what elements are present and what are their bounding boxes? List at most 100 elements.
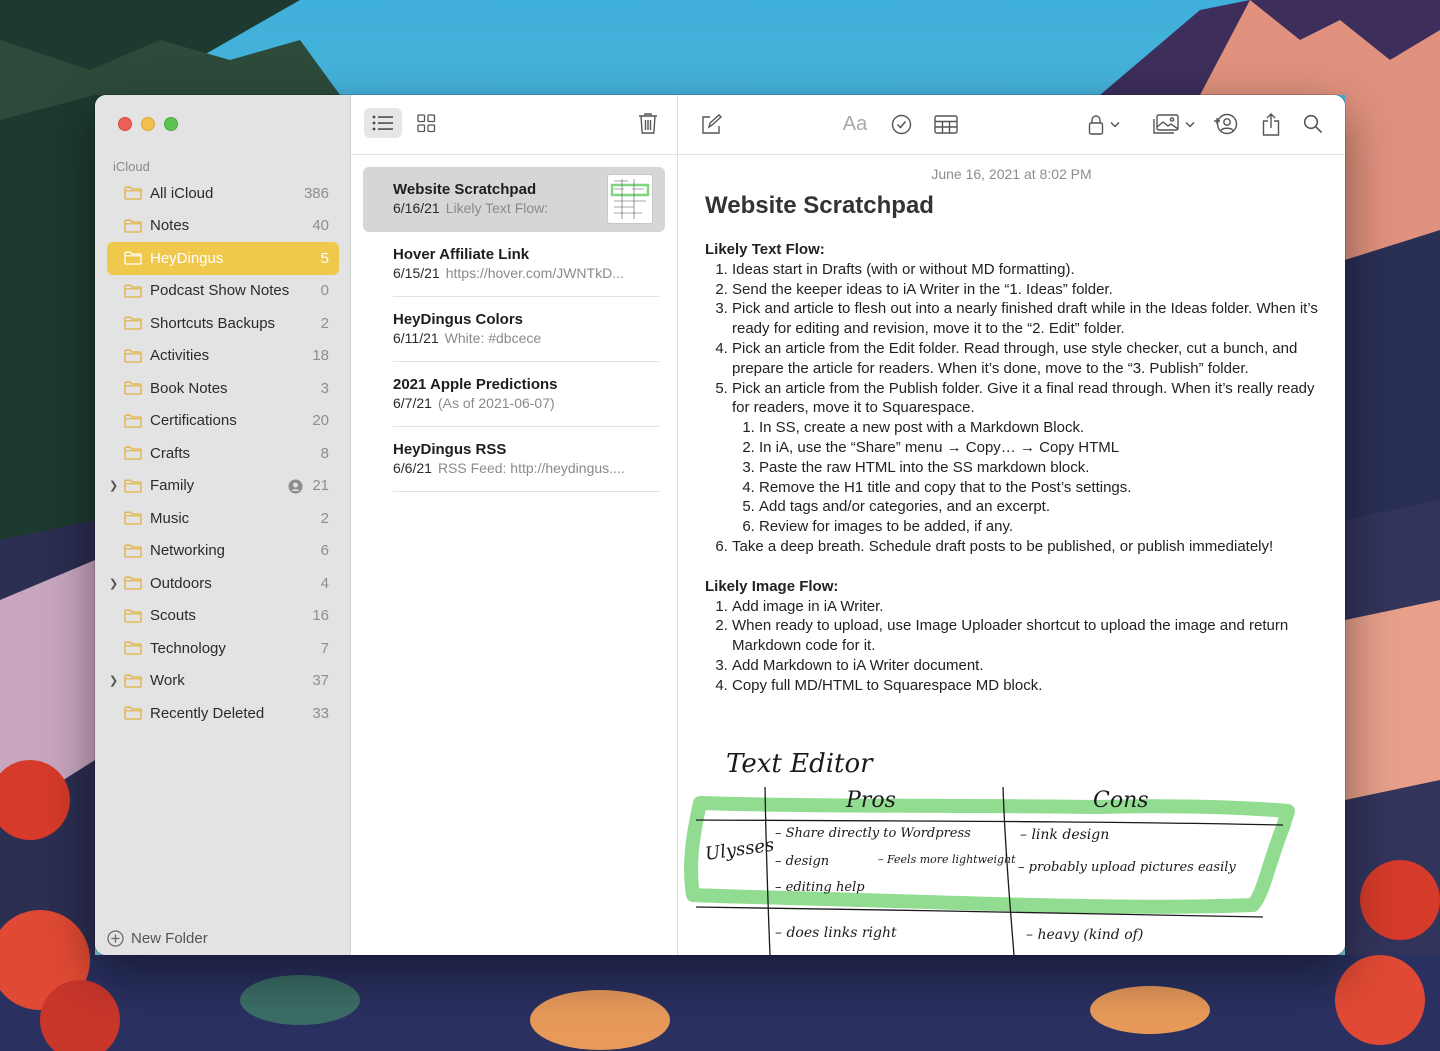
folder-name: Notes: [150, 217, 190, 235]
note-items: Website Scratchpad 6/16/21 Likely Text Flo…: [363, 167, 665, 492]
sidebar-folder[interactable]: Shortcuts Backups 2: [107, 307, 339, 340]
note-list-item[interactable]: 2021 Apple Predictions 6/7/21 (As of 2021-…: [363, 362, 665, 427]
zoom-window-button[interactable]: [164, 117, 178, 131]
sketch-col-pros: Pros: [845, 788, 896, 813]
close-window-button[interactable]: [118, 117, 132, 131]
folder-name: HeyDingus: [150, 249, 224, 267]
handwritten-sketch[interactable]: Text Editor Pros Cons Ulysses – Share di…: [678, 735, 1345, 955]
folder-icon: [124, 641, 142, 655]
gallery-view-button[interactable]: [411, 108, 441, 138]
disclosure-chevron-icon[interactable]: ❯: [109, 479, 119, 492]
folder-icon: [124, 316, 142, 330]
text-flow-sublist: In SS, create a new post with a Markdown…: [732, 418, 1330, 537]
list-item: Take a deep breath. Schedule draft posts…: [732, 537, 1330, 557]
sidebar-folder[interactable]: ❯ Family 21: [107, 470, 339, 503]
folder-icon: [124, 511, 142, 525]
table-button[interactable]: [932, 110, 960, 138]
collaborate-button[interactable]: [1210, 110, 1240, 138]
compose-icon: [701, 113, 722, 134]
folder-name: Outdoors: [150, 574, 212, 592]
sidebar-folder[interactable]: Notes 40: [107, 210, 339, 243]
format-button[interactable]: Aa: [840, 110, 870, 138]
media-menu-button[interactable]: [1150, 110, 1198, 138]
sublist-item: Add tags and/or categories, and an excer…: [759, 497, 1330, 517]
folder-name: Family: [150, 477, 195, 495]
sidebar-folder[interactable]: Recently Deleted 33: [107, 697, 339, 730]
disclosure-chevron-icon[interactable]: ❯: [109, 674, 119, 687]
lock-menu-button[interactable]: [1084, 110, 1124, 138]
sidebar-folder[interactable]: Book Notes 3: [107, 372, 339, 405]
checklist-button[interactable]: [888, 110, 914, 138]
note-item-title: HeyDingus Colors: [393, 311, 524, 328]
folder-count: 33: [312, 704, 329, 722]
folder-name: Book Notes: [150, 379, 228, 397]
folder-count: 5: [320, 249, 329, 267]
lock-icon: [1088, 114, 1104, 135]
new-folder-label: New Folder: [131, 930, 208, 947]
list-icon: [372, 115, 393, 131]
sidebar-folder[interactable]: Podcast Show Notes 0: [107, 275, 339, 308]
folder-count: 18: [312, 347, 329, 365]
sidebar-folder[interactable]: All iCloud 386: [107, 177, 339, 210]
sidebar-folder[interactable]: ❯ Work 37: [107, 665, 339, 698]
disclosure-chevron-icon[interactable]: ❯: [109, 577, 119, 590]
search-button[interactable]: [1300, 110, 1326, 138]
sidebar-folder[interactable]: Networking 6: [107, 535, 339, 568]
image-flow-heading: Likely Image Flow:: [705, 577, 839, 595]
folder-name: Shortcuts Backups: [150, 314, 276, 332]
sidebar-folder[interactable]: Certifications 20: [107, 405, 339, 438]
sketch-cons-item: – link design: [1020, 827, 1109, 843]
sidebar-folder[interactable]: Activities 18: [107, 340, 339, 373]
sketch-pros-item: – does links right: [775, 925, 897, 941]
folder-name: Crafts: [150, 444, 191, 462]
note-list-item[interactable]: HeyDingus RSS 6/6/21 RSS Feed: http://heyd…: [363, 427, 665, 492]
sketch-pros-item: – editing help: [775, 880, 865, 895]
note-item-title: Hover Affiliate Link: [393, 246, 530, 263]
note-date: June 16, 2021 at 8:02 PM: [931, 166, 1092, 182]
note-item-title: 2021 Apple Predictions: [393, 376, 558, 393]
note-item-date: 6/16/21: [393, 200, 440, 216]
folder-count: 6: [320, 542, 329, 560]
delete-note-button[interactable]: [636, 108, 660, 138]
note-body[interactable]: Likely Text Flow: Ideas start in Drafts …: [705, 240, 1330, 696]
folder-count: 4: [320, 574, 329, 592]
sketch-pros-item: – Feels more lightweight: [878, 853, 1016, 866]
sidebar-folder[interactable]: Scouts 16: [107, 600, 339, 633]
sidebar-folder[interactable]: Crafts 8: [107, 437, 339, 470]
note-list-item[interactable]: HeyDingus Colors 6/11/21 White: #dbcece: [363, 297, 665, 362]
list-view-button[interactable]: [364, 108, 402, 138]
text-flow-heading: Likely Text Flow:: [705, 241, 825, 258]
folder-count: 16: [312, 607, 329, 625]
search-icon: [1303, 114, 1323, 134]
list-item: Ideas start in Drafts (with or without M…: [732, 260, 1330, 280]
sidebar-folder[interactable]: HeyDingus 5: [107, 242, 339, 275]
share-button[interactable]: [1258, 110, 1284, 138]
note-item-title: HeyDingus RSS: [393, 441, 507, 458]
sidebar-section-label: iCloud: [113, 159, 150, 174]
compose-button[interactable]: [698, 110, 724, 138]
sublist-item: Paste the raw HTML into the SS markdown …: [759, 458, 1330, 478]
collaborate-icon: [1213, 113, 1237, 135]
sidebar-folder[interactable]: Music 2: [107, 502, 339, 535]
grid-icon: [416, 113, 435, 132]
note-item-date: 6/7/21: [393, 395, 432, 411]
note-list-item[interactable]: Website Scratchpad 6/16/21 Likely Text Flo…: [363, 167, 665, 232]
sidebar-folder[interactable]: Technology 7: [107, 632, 339, 665]
folder-count: 386: [303, 184, 329, 202]
window-controls: [118, 117, 178, 131]
note-list-item[interactable]: Hover Affiliate Link 6/15/21 https://hover…: [363, 232, 665, 297]
folder-name: Podcast Show Notes: [150, 282, 290, 300]
note-item-date: 6/6/21: [393, 460, 432, 476]
new-folder-button[interactable]: New Folder: [107, 930, 208, 947]
sidebar-folder[interactable]: ❯ Outdoors 4: [107, 567, 339, 600]
table-icon: [934, 114, 958, 134]
list-item: When ready to upload, use Image Uploader…: [732, 616, 1330, 656]
sidebar: iCloud All iCloud 386 Notes 40 HeyDingus 5 Pod…: [95, 95, 351, 955]
note-list-pane: Website Scratchpad 6/16/21 Likely Text Flo…: [351, 95, 678, 955]
minimize-window-button[interactable]: [141, 117, 155, 131]
sketch-cons-item: – heavy (kind of): [1026, 927, 1143, 943]
sketch-row-label: Ulysses: [704, 834, 776, 864]
list-item: Copy full MD/HTML to Squarespace MD bloc…: [732, 676, 1330, 696]
note-title[interactable]: Website Scratchpad: [705, 192, 934, 220]
folder-icon: [124, 381, 142, 395]
